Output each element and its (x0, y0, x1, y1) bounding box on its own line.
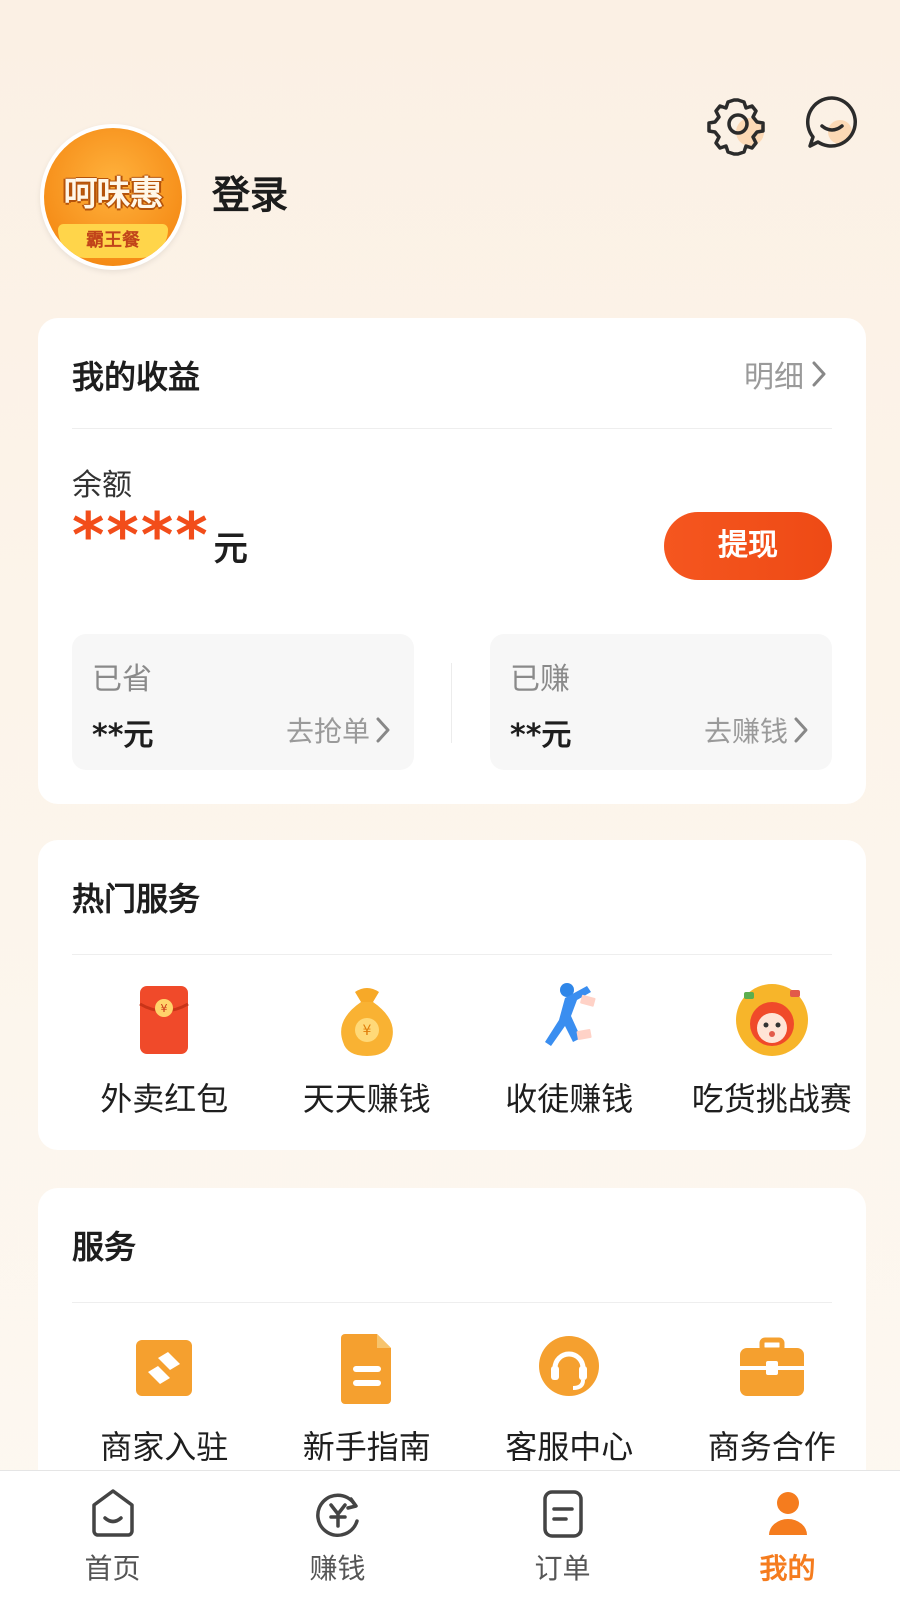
service-label: 新手指南 (302, 1428, 431, 1466)
saved-title: 已省 (92, 662, 152, 697)
chevron-right-icon (812, 361, 826, 387)
service-label: 外卖红包 (100, 1080, 229, 1118)
service-item-recruit-earn[interactable]: 收徒赚钱 (475, 978, 664, 1120)
message-icon[interactable] (800, 92, 864, 156)
red-envelope-icon: ¥ (139, 986, 190, 1054)
tab-earn[interactable]: 赚钱 (225, 1471, 450, 1600)
tab-home[interactable]: 首页 (0, 1471, 225, 1600)
hot-services-card: 热门服务 ¥ 外卖红包 ¥ 天天赚钱 收徒赚钱 吃货挑战赛 (38, 840, 866, 1150)
balance-masked-value: **** (72, 499, 210, 572)
saved-value: **元 (92, 718, 154, 753)
hot-services-divider (72, 954, 832, 955)
detail-link[interactable]: 明细 (744, 352, 828, 396)
services-title: 服务 (72, 1228, 137, 1266)
tab-label: 首页 (84, 1552, 141, 1585)
service-label: 商家入驻 (100, 1428, 229, 1466)
services-grid: 商家入驻 新手指南 客服中心 商务合作 (38, 1326, 866, 1468)
service-item-customer-service[interactable]: 客服中心 (475, 1326, 664, 1468)
service-label: 天天赚钱 (302, 1080, 431, 1118)
merchant-icon (136, 1340, 193, 1396)
home-icon (91, 1489, 134, 1537)
service-item-beginner-guide[interactable]: 新手指南 (273, 1326, 462, 1468)
chevron-right-icon (376, 717, 390, 743)
profile-icon (768, 1492, 807, 1535)
balance-currency: 元 (213, 529, 248, 569)
svg-text:¥: ¥ (161, 1002, 168, 1015)
detail-label: 明细 (744, 360, 804, 395)
briefcase-icon (739, 1337, 804, 1396)
avatar-brand-text: 呵味惠 (63, 174, 164, 214)
recruit-person-icon (545, 983, 596, 1046)
tab-label: 赚钱 (309, 1552, 366, 1585)
tab-mine[interactable]: 我的 (675, 1471, 900, 1600)
earnings-divider (72, 428, 832, 429)
earned-box: 已赚 **元 去赚钱 (490, 634, 832, 770)
money-bag-icon: ¥ (340, 988, 393, 1056)
earn-money-link[interactable]: 去赚钱 (704, 710, 810, 750)
tab-orders[interactable]: 订单 (450, 1471, 675, 1600)
avatar-logo: 呵味惠 霸王餐 (44, 128, 182, 266)
balance-amount: **** 元 (72, 499, 248, 572)
hot-services-grid: ¥ 外卖红包 ¥ 天天赚钱 收徒赚钱 吃货挑战赛 (38, 978, 866, 1120)
avatar[interactable]: 呵味惠 霸王餐 (40, 124, 186, 270)
customer-service-icon (539, 1336, 600, 1396)
saved-box: 已省 **元 去抢单 (72, 634, 414, 770)
foodie-mascot-icon (735, 984, 808, 1056)
grab-order-link[interactable]: 去抢单 (286, 710, 392, 750)
service-label: 客服中心 (505, 1428, 634, 1466)
earned-value: **元 (510, 718, 572, 753)
chevron-right-icon (794, 717, 808, 743)
login-link[interactable]: 登录 (212, 164, 288, 219)
balance-label: 余额 (72, 468, 132, 503)
service-label: 商务合作 (707, 1428, 836, 1466)
order-icon (542, 1490, 583, 1538)
profile-header: 呵味惠 霸王餐 登录 (0, 0, 900, 300)
earn-money-label: 去赚钱 (703, 715, 788, 748)
bottom-tab-bar: 首页 赚钱 订单 我的 (0, 1470, 900, 1600)
tab-label: 我的 (759, 1552, 816, 1585)
earned-title: 已赚 (510, 662, 570, 697)
guide-document-icon (340, 1334, 391, 1404)
earnings-title: 我的收益 (72, 358, 201, 396)
avatar-ribbon-text: 霸王餐 (58, 224, 168, 258)
services-divider (72, 1302, 832, 1303)
mini-separator (451, 663, 452, 743)
grab-order-label: 去抢单 (285, 715, 370, 748)
service-item-takeout-redpacket[interactable]: ¥ 外卖红包 (70, 978, 259, 1120)
service-item-merchant-join[interactable]: 商家入驻 (70, 1326, 259, 1468)
earn-money-icon (315, 1493, 359, 1538)
service-item-foodie-challenge[interactable]: 吃货挑战赛 (678, 978, 867, 1120)
earnings-card: 我的收益 明细 余额 **** 元 提现 已省 **元 去抢单 已赚 **元 去… (38, 318, 866, 804)
withdraw-button[interactable]: 提现 (664, 512, 832, 580)
settings-icon[interactable] (706, 92, 770, 156)
service-item-daily-earn[interactable]: ¥ 天天赚钱 (273, 978, 462, 1120)
service-label: 吃货挑战赛 (691, 1080, 852, 1118)
service-label: 收徒赚钱 (505, 1080, 634, 1118)
service-item-business-cooperation[interactable]: 商务合作 (678, 1326, 867, 1468)
svg-text:¥: ¥ (362, 1023, 371, 1039)
hot-services-title: 热门服务 (72, 880, 201, 918)
tab-label: 订单 (534, 1552, 591, 1585)
